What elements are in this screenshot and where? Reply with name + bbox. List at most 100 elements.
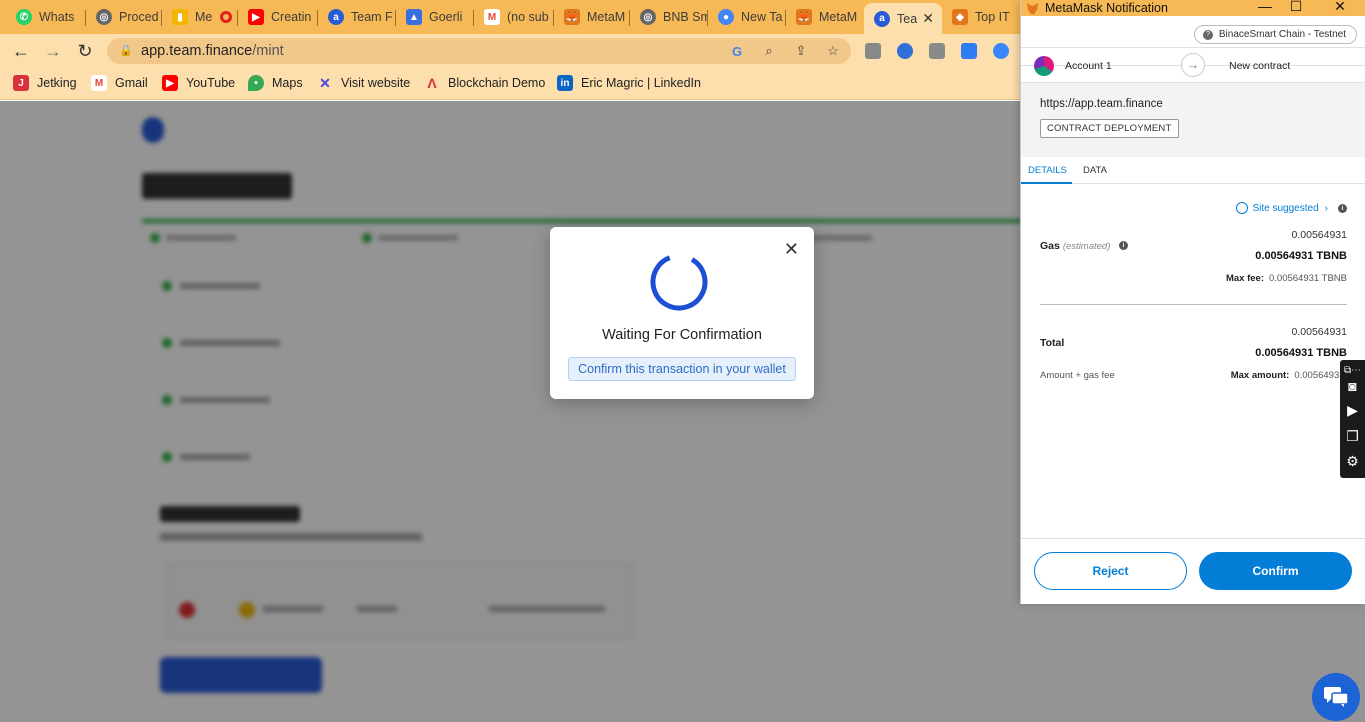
extension-icon[interactable] — [897, 43, 913, 59]
browser-tab[interactable]: ▮ Me — [162, 3, 238, 31]
chrome-icon: ● — [718, 9, 734, 25]
network-name: BinaceSmart Chain - Testnet — [1218, 29, 1346, 40]
loading-spinner-icon — [650, 253, 708, 311]
blockchain-demo-icon: Λ — [427, 75, 437, 91]
destination-label: New contract — [1229, 60, 1291, 72]
chart-icon: ▮ — [172, 9, 188, 25]
metamask-titlebar: MetaMask Notification — ☐ ✕ — [1021, 0, 1365, 16]
recording-icon — [220, 11, 233, 23]
metamask-icon: 🦊 — [564, 9, 580, 25]
chat-bubble-icon[interactable] — [1312, 673, 1360, 721]
bookmark-item[interactable]: J Jetking — [13, 75, 77, 91]
shield-icon[interactable] — [929, 43, 945, 59]
browser-tab[interactable]: ▲ Goerli — [396, 3, 474, 31]
browser-tab[interactable]: ◆ Top IT — [942, 3, 1020, 31]
forward-icon[interactable]: → — [42, 40, 64, 62]
origin-section: https://app.team.finance CONTRACT DEPLOY… — [1021, 82, 1365, 157]
bookmark-item[interactable]: ✕ Visit website — [317, 75, 410, 91]
youtube-icon: ▶ — [162, 75, 178, 91]
bookmark-item[interactable]: M Gmail — [91, 75, 148, 91]
chevron-right-icon: › — [1324, 202, 1328, 214]
bookmark-item[interactable]: Λ Blockchain Demo — [424, 75, 545, 91]
tab-data[interactable]: DATA — [1083, 165, 1107, 176]
gmail-icon: M — [91, 75, 107, 91]
total-value: 0.00564931 — [1291, 326, 1347, 338]
browser-tab[interactable]: 🦊 MetaM — [554, 3, 630, 31]
linkedin-icon: in — [557, 75, 573, 91]
youtube-icon: ▶ — [248, 9, 264, 25]
url-text: app.team.finance/mint — [141, 43, 284, 59]
globe-icon: ◎ — [96, 9, 112, 25]
bookmark-label: Maps — [272, 76, 303, 90]
origin-url: https://app.team.finance — [1040, 98, 1163, 110]
google-icon[interactable]: G — [729, 43, 745, 59]
browser-tab[interactable]: ✆ Whats — [6, 3, 86, 31]
account-avatar — [1034, 56, 1054, 76]
tab-label: New Ta — [741, 10, 783, 24]
extension-icon[interactable] — [961, 43, 977, 59]
lock-icon: 🔒 — [119, 45, 133, 57]
browser-tab[interactable]: ◎ Proced — [86, 3, 162, 31]
bookmark-item[interactable]: • Maps — [248, 75, 303, 91]
visit-website-icon: ✕ — [319, 74, 331, 91]
browser-tab[interactable]: ▶ Creatin — [238, 3, 318, 31]
info-icon[interactable]: i — [1119, 241, 1128, 250]
metamask-icon: 🦊 — [796, 9, 812, 25]
gmail-icon: M — [484, 9, 500, 25]
modal-hint: Confirm this transaction in your wallet — [568, 357, 796, 381]
windows-icon[interactable]: ❐ — [1344, 428, 1361, 445]
extension-icon[interactable] — [865, 43, 881, 59]
network-selector[interactable]: ? BinaceSmart Chain - Testnet — [1193, 25, 1357, 44]
bookmark-star-icon[interactable]: ☆ — [825, 43, 841, 59]
tab-label: Goerli — [429, 10, 463, 24]
whatsapp-icon: ✆ — [16, 9, 32, 25]
browser-tab[interactable]: 🦊 MetaM — [786, 3, 864, 31]
confirmation-modal: ✕ Waiting For Confirmation Confirm this … — [550, 227, 814, 399]
extension-icon[interactable] — [993, 43, 1009, 59]
info-icon[interactable]: i — [1338, 204, 1347, 213]
close-icon[interactable]: ✕ — [922, 10, 934, 27]
tab-label: Proced — [119, 10, 159, 24]
gear-icon[interactable]: ⚙ — [1344, 453, 1361, 470]
zoom-icon[interactable]: ⌕ — [761, 43, 777, 59]
tab-label: MetaM — [819, 10, 858, 24]
tab-label: (no sub — [507, 10, 549, 24]
site-suggested-link[interactable]: Site suggested › — [1236, 202, 1328, 214]
camera-icon[interactable]: ◙ — [1344, 377, 1361, 394]
close-icon[interactable]: ✕ — [784, 240, 799, 258]
back-icon[interactable]: ← — [10, 40, 32, 62]
maximize-icon[interactable]: ☐ — [1281, 0, 1311, 16]
max-fee: Max fee: 0.00564931 TBNB — [1225, 273, 1347, 284]
reject-button[interactable]: Reject — [1034, 552, 1187, 590]
reload-icon[interactable]: ↻ — [74, 40, 96, 62]
globe-icon: ◎ — [640, 9, 656, 25]
bookmark-label: Eric Magric | LinkedIn — [581, 76, 701, 90]
shield-icon: ◆ — [952, 9, 968, 25]
maps-icon: • — [248, 75, 264, 91]
close-window-icon[interactable]: ✕ — [1325, 0, 1355, 16]
team-finance-icon: a — [874, 10, 890, 27]
browser-tab[interactable]: ● New Ta — [708, 3, 786, 31]
gas-value: 0.00564931 — [1291, 229, 1347, 241]
share-icon[interactable]: ⇪ — [793, 43, 809, 59]
metamask-tabs: DETAILS DATA — [1021, 157, 1365, 184]
browser-tab[interactable]: M (no sub — [474, 3, 554, 31]
tab-label: MetaM — [587, 10, 626, 24]
confirm-button[interactable]: Confirm — [1199, 552, 1352, 590]
gas-value-tbnb: 0.00564931 TBNB — [1255, 250, 1347, 262]
browser-tab-active[interactable]: a Tea ✕ — [864, 3, 942, 34]
browser-tab[interactable]: a Team F — [318, 3, 396, 31]
total-label: Total — [1040, 337, 1065, 349]
bookmark-label: Gmail — [115, 76, 148, 90]
minimize-icon[interactable]: — — [1250, 0, 1280, 16]
metamask-window: MetaMask Notification — ☐ ✕ ? BinaceSmar… — [1020, 0, 1365, 604]
tab-label: Creatin — [271, 10, 312, 24]
tab-label: BNB Sm — [663, 10, 708, 24]
address-bar[interactable]: 🔒 app.team.finance/mint G ⌕ ⇪ ☆ — [107, 38, 851, 64]
globe-icon — [1236, 202, 1249, 214]
bookmark-item[interactable]: in Eric Magric | LinkedIn — [557, 75, 701, 91]
browser-tab[interactable]: ◎ BNB Sm — [630, 3, 708, 31]
tab-details[interactable]: DETAILS — [1028, 165, 1067, 176]
bookmark-item[interactable]: ▶ YouTube — [162, 75, 235, 91]
video-icon[interactable]: ▶ — [1344, 402, 1361, 419]
